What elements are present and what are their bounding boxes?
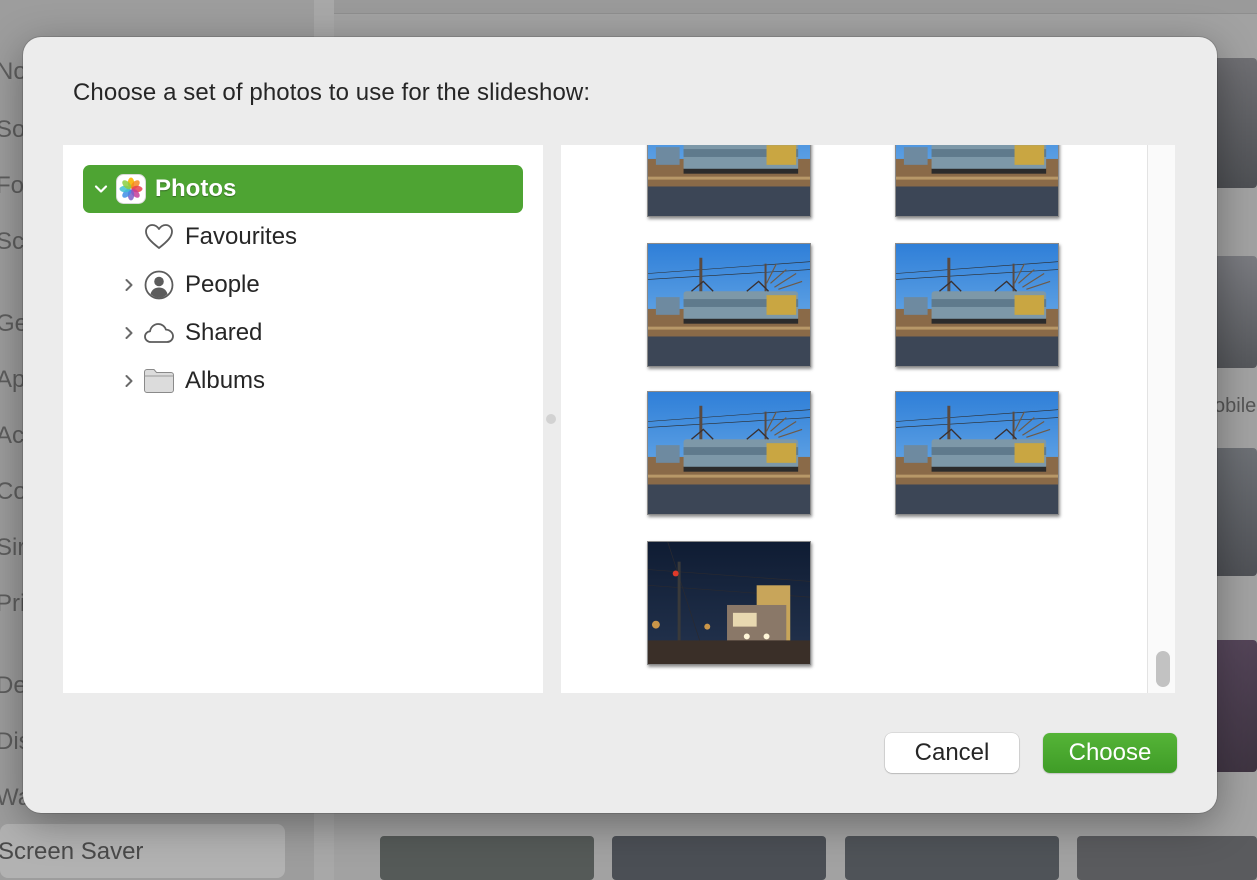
- chevron-right-icon[interactable]: [115, 319, 143, 347]
- photo-thumbnail[interactable]: [895, 391, 1059, 515]
- bg-screensaver-thumb: [612, 836, 826, 880]
- folder-icon: [143, 365, 175, 397]
- background-topbar: [334, 0, 1257, 14]
- cloud-icon: [143, 317, 175, 349]
- split-view-handle[interactable]: [546, 414, 556, 424]
- bg-screensaver-thumb: [380, 836, 594, 880]
- source-item-photos[interactable]: Photos: [83, 165, 523, 213]
- bg-screensaver-thumb: [845, 836, 1059, 880]
- train-photo-image: [648, 392, 810, 514]
- bg-sidebar-selected-label: Screen Saver: [0, 838, 144, 865]
- choose-button[interactable]: Choose: [1043, 733, 1177, 773]
- bg-label: obile: [1214, 395, 1257, 417]
- train-photo-image: [896, 244, 1058, 366]
- scrollbar-thumb[interactable]: [1156, 651, 1170, 687]
- night-train-photo-image: [648, 542, 810, 664]
- source-item-shared[interactable]: Shared: [83, 309, 523, 357]
- bg-screensaver-thumb: [1077, 836, 1257, 880]
- source-item-label: Favourites: [185, 223, 298, 250]
- source-item-people[interactable]: People: [83, 261, 523, 309]
- train-photo-image: [896, 392, 1058, 514]
- source-item-label: Photos: [155, 175, 237, 202]
- photo-thumbnail[interactable]: [647, 541, 811, 665]
- train-photo-image: [648, 145, 810, 216]
- train-photo-image: [648, 244, 810, 366]
- bg-sidebar-selected-item: Screen Saver: [0, 824, 285, 878]
- heart-icon: [143, 221, 175, 253]
- source-item-albums[interactable]: Albums: [83, 357, 523, 405]
- chevron-right-icon[interactable]: [115, 271, 143, 299]
- photo-thumbnail[interactable]: [895, 243, 1059, 367]
- chevron-right-icon[interactable]: [115, 367, 143, 395]
- photo-grid[interactable]: [561, 145, 1175, 693]
- source-item-label: People: [185, 271, 260, 298]
- source-item-favourites[interactable]: Favourites: [83, 213, 523, 261]
- cancel-button[interactable]: Cancel: [885, 733, 1019, 773]
- source-item-label: Shared: [185, 319, 263, 346]
- photo-thumbnail[interactable]: [647, 145, 811, 217]
- photo-thumbnail[interactable]: [895, 145, 1059, 217]
- photos-app-icon: [115, 173, 147, 205]
- photo-thumbnail[interactable]: [647, 243, 811, 367]
- photo-grid-scrollbar[interactable]: [1147, 145, 1175, 693]
- bg-sidebar-item: Ap: [0, 366, 26, 393]
- person-icon: [143, 269, 175, 301]
- photo-thumbnail[interactable]: [647, 391, 811, 515]
- chevron-down-icon[interactable]: [87, 175, 115, 203]
- photo-source-dialog: Choose a set of photos to use for the sl…: [23, 37, 1217, 813]
- dialog-title: Choose a set of photos to use for the sl…: [73, 79, 591, 106]
- source-item-label: Albums: [185, 367, 266, 394]
- source-list[interactable]: Photos Favourites People Shared Albums: [63, 145, 543, 693]
- train-photo-image: [896, 145, 1058, 216]
